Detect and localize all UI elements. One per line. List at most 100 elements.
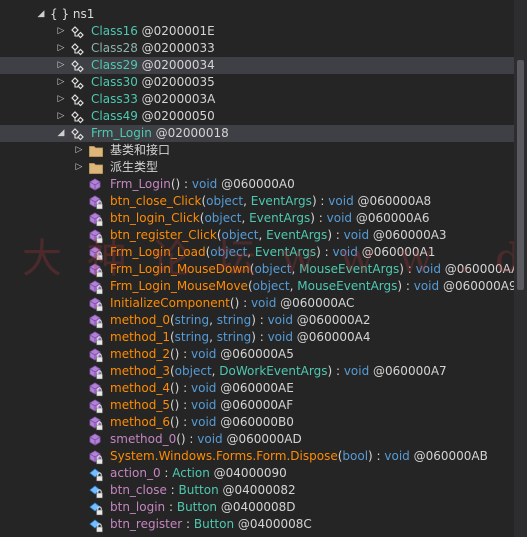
tree-node-class33[interactable]: ▷ Class33 @0200003A [0, 91, 514, 108]
member-name: Frm_Login [110, 177, 171, 191]
member-btn-close[interactable]: btn_close : Button @04000082 [0, 482, 514, 499]
member-btn-register[interactable]: btn_register : Button @0400008C [0, 516, 514, 533]
member-method-1[interactable]: method_1(string, string) : void @060000A… [0, 329, 514, 346]
namespace-node[interactable]: ◢{ } ns1 [0, 6, 514, 23]
member-frm-login-mousedown[interactable]: Frm_Login_MouseDown(object, MouseEventAr… [0, 261, 514, 278]
private-method-icon [88, 313, 104, 329]
signature-part: () : [169, 415, 192, 429]
row-label: btn_register : Button @0400008C [110, 516, 312, 533]
member-btn-login[interactable]: btn_login : Button @0400008D [0, 499, 514, 516]
collapse-arrow-icon[interactable]: ◢ [56, 125, 66, 142]
row-label: Class30 @02000035 [91, 74, 215, 91]
folder-label: 派生类型 [110, 160, 159, 174]
signature-part: void [415, 262, 441, 276]
row-label: method_5() : void @060000AF [110, 397, 293, 414]
tree-node-class30[interactable]: ▷ Class30 @02000035 [0, 74, 514, 91]
signature-part: object [221, 228, 259, 242]
member-name: btn_register_Click [110, 228, 217, 242]
member-btn-close-click[interactable]: btn_close_Click(object, EventArgs) : voi… [0, 193, 514, 210]
signature-part: Action [172, 466, 210, 480]
tree-node-class49[interactable]: ▷ Class49 @02000050 [0, 108, 514, 125]
member-btn-register-click[interactable]: btn_register_Click(object, EventArgs) : … [0, 227, 514, 244]
row-label: 基类和接口 [110, 142, 170, 159]
private-method-icon [88, 330, 104, 346]
namespace-icon: { } [50, 7, 70, 21]
row-label: method_3(object, DoWorkEventArgs) : void… [110, 363, 447, 380]
member-initializecomponent[interactable]: InitializeComponent() : void @060000AC [0, 295, 514, 312]
signature-part: () : [229, 296, 251, 310]
row-label: Frm_Login_MouseMove(object, MouseEventAr… [110, 278, 514, 295]
member-action-0[interactable]: action_0 : Action @04000090 [0, 465, 514, 482]
tree-node-class16[interactable]: ▷ Class16 @0200001E [0, 23, 514, 40]
row-label: method_1(string, string) : void @060000A… [110, 329, 370, 346]
expand-arrow-icon[interactable]: ▷ [56, 74, 66, 91]
vertical-scrollbar[interactable] [514, 0, 527, 537]
signature-part: @0400008C [234, 517, 312, 531]
expand-arrow-icon[interactable]: ▷ [56, 91, 66, 108]
expand-arrow-icon[interactable]: ▷ [56, 40, 66, 57]
member-frm-login-load[interactable]: Frm_Login_Load(object, EventArgs) : void… [0, 244, 514, 261]
row-label: method_0(string, string) : void @060000A… [110, 312, 370, 329]
class-name: Class16 [91, 24, 138, 38]
member-smethod-0[interactable]: smethod_0() : void @060000AD [0, 431, 514, 448]
folder-base-types[interactable]: ▷ 基类和接口 [0, 142, 514, 159]
signature-part: Button [178, 483, 219, 497]
row-label: btn_login_Click(object, EventArgs) : voi… [110, 210, 430, 227]
expand-arrow-icon[interactable]: ▷ [56, 57, 66, 74]
signature-part: @0400008D [217, 500, 296, 514]
member-system-windows-forms-form-dispose[interactable]: System.Windows.Forms.Form.Dispose(bool) … [0, 448, 514, 465]
folder-derived-types[interactable]: ▷ 派生类型 [0, 159, 514, 176]
tree-node-class29[interactable]: ▷ Class29 @02000034 [0, 57, 514, 74]
signature-part: Button [176, 500, 218, 514]
signature-part: void [191, 398, 217, 412]
private-field-icon [88, 500, 104, 516]
signature-part: void [413, 279, 440, 293]
row-label: Frm_Login @02000018 [91, 125, 229, 142]
private-method-icon [88, 415, 104, 431]
signature-part: string [216, 313, 252, 327]
row-label: method_2() : void @060000A5 [110, 346, 294, 363]
signature-part: : [160, 466, 173, 480]
class-icon [70, 126, 86, 142]
member-name: method_4 [110, 381, 170, 395]
token-address: @02000033 [137, 41, 215, 55]
private-method-icon [88, 398, 104, 414]
member-btn-login-click[interactable]: btn_login_Click(object, EventArgs) : voi… [0, 210, 514, 227]
token-address: @0200003A [137, 92, 216, 106]
signature-part: string [216, 330, 252, 344]
expand-arrow-icon[interactable]: ▷ [74, 142, 84, 159]
signature-part: object [204, 211, 242, 225]
class-name: Class29 [91, 58, 138, 72]
member-frm-login[interactable]: Frm_Login() : void @060000A0 [0, 176, 514, 193]
folder-icon [88, 143, 104, 159]
signature-part: @060000AF [216, 398, 294, 412]
member-method-3[interactable]: method_3(object, DoWorkEventArgs) : void… [0, 363, 514, 380]
expand-arrow-icon[interactable]: ▷ [74, 159, 84, 176]
member-name: btn_register [110, 517, 183, 531]
expand-arrow-icon[interactable]: ▷ [56, 108, 66, 125]
member-method-4[interactable]: method_4() : void @060000AE [0, 380, 514, 397]
signature-part: ) : [310, 211, 327, 225]
member-method-0[interactable]: method_0(string, string) : void @060000A… [0, 312, 514, 329]
member-name: Frm_Login_MouseDown [110, 262, 250, 276]
collapse-arrow-icon[interactable]: ◢ [36, 6, 46, 23]
member-method-6[interactable]: method_6() : void @060000B0 [0, 414, 514, 431]
row-label: btn_close : Button @04000082 [110, 482, 296, 499]
scrollbar-thumb[interactable] [517, 60, 524, 290]
tree-node-class28[interactable]: ▷ Class28 @02000033 [0, 40, 514, 57]
token-address: @0200001E [137, 24, 215, 38]
expand-arrow-icon[interactable]: ▷ [56, 23, 66, 40]
signature-part: @060000A7 [369, 364, 447, 378]
tree-node-frm-login[interactable]: ◢ Frm_Login @02000018 [0, 125, 514, 142]
signature-part: void [267, 330, 293, 344]
token-address: @02000050 [137, 109, 215, 123]
row-label: Class16 @0200001E [91, 23, 215, 40]
signature-part: void [197, 432, 223, 446]
signature-part: @060000AA [440, 262, 514, 276]
member-method-2[interactable]: method_2() : void @060000A5 [0, 346, 514, 363]
signature-part: void [384, 449, 410, 463]
member-method-5[interactable]: method_5() : void @060000AF [0, 397, 514, 414]
signature-part: EventArgs [249, 211, 311, 225]
member-frm-login-mousemove[interactable]: Frm_Login_MouseMove(object, MouseEventAr… [0, 278, 514, 295]
private-method-icon [88, 211, 104, 227]
